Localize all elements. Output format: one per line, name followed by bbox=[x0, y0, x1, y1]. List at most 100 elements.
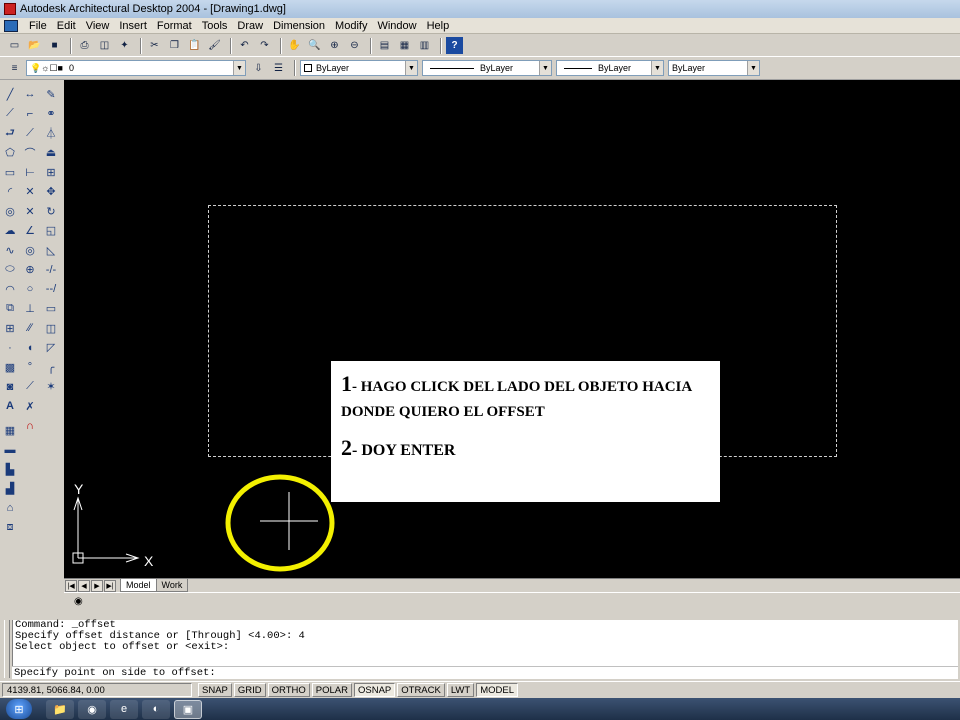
document-icon[interactable] bbox=[4, 19, 18, 32]
wall-icon[interactable]: ▬ bbox=[2, 442, 18, 458]
scroll-handle-icon[interactable]: ◉ bbox=[74, 596, 83, 607]
polyline-icon[interactable]: ⮐ bbox=[2, 125, 18, 141]
open-icon[interactable]: 📂 bbox=[26, 37, 43, 54]
menu-tools[interactable]: Tools bbox=[197, 20, 233, 32]
save-icon[interactable]: ■ bbox=[46, 37, 63, 54]
internet-explorer-icon[interactable]: e bbox=[110, 699, 138, 719]
polygon-icon[interactable]: ⬠ bbox=[2, 145, 18, 161]
extend-icon[interactable]: --/ bbox=[43, 281, 59, 297]
menu-insert[interactable]: Insert bbox=[114, 20, 152, 32]
region-icon[interactable]: ◙ bbox=[2, 379, 18, 395]
menu-dimension[interactable]: Dimension bbox=[268, 20, 330, 32]
magnet-icon[interactable]: ∩ bbox=[22, 418, 38, 434]
line-icon[interactable]: ╱ bbox=[2, 86, 18, 102]
new-icon[interactable]: ▭ bbox=[6, 37, 23, 54]
linetype-dropdown[interactable]: ByLayer ▼ bbox=[422, 60, 552, 76]
menu-modify[interactable]: Modify bbox=[330, 20, 372, 32]
arc-icon[interactable]: ◜ bbox=[2, 184, 18, 200]
osnap-toggle[interactable]: OSNAP bbox=[353, 683, 396, 697]
roof-icon[interactable]: ⌂ bbox=[2, 500, 18, 516]
office-icon[interactable]: ◐ bbox=[142, 699, 170, 719]
dim-edit-icon[interactable]: ◖ bbox=[22, 340, 38, 356]
break-icon[interactable]: ▭ bbox=[43, 301, 59, 317]
stair-icon[interactable]: ▟ bbox=[2, 481, 18, 497]
spline-icon[interactable]: ∿ bbox=[2, 242, 18, 258]
menu-window[interactable]: Window bbox=[372, 20, 421, 32]
paste-icon[interactable]: 📋 bbox=[186, 37, 203, 54]
make-layer-current-icon[interactable]: ⇩ bbox=[250, 60, 267, 77]
diameter-icon[interactable]: ✕ bbox=[22, 203, 38, 219]
plotstyle-dropdown[interactable]: ByLayer ▼ bbox=[668, 60, 760, 76]
table-icon[interactable]: ▦ bbox=[2, 422, 18, 438]
array-icon[interactable]: ⊞ bbox=[43, 164, 59, 180]
aligned-dim-icon[interactable]: ⟋ bbox=[22, 125, 38, 141]
undo-icon[interactable]: ↶ bbox=[236, 37, 253, 54]
rectangle-icon[interactable]: ▭ bbox=[2, 164, 18, 180]
tolerance-icon[interactable]: ⊥ bbox=[22, 301, 38, 317]
chevron-down-icon[interactable]: ▼ bbox=[651, 61, 663, 75]
point-icon[interactable]: · bbox=[2, 340, 18, 356]
trim-icon[interactable]: -/- bbox=[43, 262, 59, 278]
publish-icon[interactable]: ✦ bbox=[116, 37, 133, 54]
redo-icon[interactable]: ↷ bbox=[256, 37, 273, 54]
circle-icon[interactable]: ◎ bbox=[2, 203, 18, 219]
explorer-icon[interactable]: 📁 bbox=[46, 699, 74, 719]
lineweight-dropdown[interactable]: ByLayer ▼ bbox=[556, 60, 664, 76]
next-tab-icon[interactable]: ▶ bbox=[91, 579, 103, 592]
previous-tab-icon[interactable]: ◀ bbox=[78, 579, 90, 592]
chevron-down-icon[interactable]: ▼ bbox=[747, 61, 759, 75]
print-icon[interactable]: ⎙ bbox=[76, 37, 93, 54]
tab-model[interactable]: Model bbox=[120, 579, 157, 592]
menu-view[interactable]: View bbox=[81, 20, 115, 32]
model-toggle[interactable]: MODEL bbox=[476, 683, 518, 697]
fillet-icon[interactable]: ╭ bbox=[43, 359, 59, 375]
last-tab-icon[interactable]: ▶| bbox=[104, 579, 116, 592]
preview-icon[interactable]: ◫ bbox=[96, 37, 113, 54]
grid-toggle[interactable]: GRID bbox=[233, 683, 266, 697]
radius-icon[interactable]: ✕ bbox=[22, 184, 38, 200]
first-tab-icon[interactable]: |◀ bbox=[65, 579, 77, 592]
space-icon[interactable]: ⧈ bbox=[2, 520, 18, 536]
layer-previous-icon[interactable]: ☰ bbox=[270, 60, 287, 77]
layer-dropdown[interactable]: 💡☼☐■ 0 ▼ bbox=[26, 60, 246, 76]
leader-icon[interactable]: ⌐ bbox=[22, 106, 38, 122]
chamfer-icon[interactable]: ◸ bbox=[43, 340, 59, 356]
center-mark-icon[interactable]: ∕∕ bbox=[22, 320, 38, 336]
menu-edit[interactable]: Edit bbox=[52, 20, 81, 32]
otrack-toggle[interactable]: OTRACK bbox=[397, 683, 445, 697]
ellipse-icon[interactable]: ⬭ bbox=[2, 262, 18, 278]
make-block-icon[interactable]: ⊞ bbox=[2, 320, 18, 336]
arc-length-icon[interactable]: ⌒ bbox=[22, 145, 38, 161]
ordinate-icon[interactable]: ⊢ bbox=[22, 164, 38, 180]
revcloud-icon[interactable]: ☁ bbox=[2, 223, 18, 239]
copy-object-icon[interactable]: ⚭ bbox=[43, 106, 59, 122]
toolpalettes-icon[interactable]: ▥ bbox=[416, 37, 433, 54]
properties-icon[interactable]: ▤ bbox=[376, 37, 393, 54]
ortho-toggle[interactable]: ORTHO bbox=[267, 683, 310, 697]
menu-file[interactable]: File bbox=[24, 20, 52, 32]
chevron-down-icon[interactable]: ▼ bbox=[405, 61, 417, 75]
offset-icon[interactable]: ⏏ bbox=[43, 145, 59, 161]
scale-icon[interactable]: ◱ bbox=[43, 223, 59, 239]
coordinates-display[interactable]: 4139.81, 5066.84, 0.00 bbox=[2, 683, 192, 697]
mirror-icon[interactable]: ⏃ bbox=[43, 125, 59, 141]
media-player-icon[interactable]: ◉ bbox=[78, 699, 106, 719]
rotate-icon[interactable]: ↻ bbox=[43, 203, 59, 219]
tab-work[interactable]: Work bbox=[155, 579, 189, 592]
command-window-grip[interactable] bbox=[4, 620, 10, 678]
match-icon[interactable]: 🖌 bbox=[206, 37, 223, 54]
designcenter-icon[interactable]: ▦ bbox=[396, 37, 413, 54]
chevron-down-icon[interactable]: ▼ bbox=[539, 61, 551, 75]
autocad-task-icon[interactable]: ▣ bbox=[174, 699, 202, 719]
dim-text-edit-icon[interactable]: ° bbox=[22, 359, 38, 375]
insert-block-icon[interactable]: ⧉ bbox=[2, 301, 18, 317]
zoom-icon[interactable]: 🔍 bbox=[306, 37, 323, 54]
zoom-previous-icon[interactable]: ⊖ bbox=[346, 37, 363, 54]
quick-dim-icon[interactable]: ◎ bbox=[22, 242, 38, 258]
move-icon[interactable]: ✥ bbox=[43, 184, 59, 200]
color-dropdown[interactable]: ByLayer ▼ bbox=[300, 60, 418, 76]
copy-icon[interactable]: ❐ bbox=[166, 37, 183, 54]
help-icon[interactable]: ? bbox=[446, 37, 463, 54]
erase-icon[interactable]: ✎ bbox=[43, 86, 59, 102]
drawing-canvas[interactable]: Y X 1- HAGO CLICK DEL LADO DEL OBJETO HA… bbox=[64, 80, 960, 578]
